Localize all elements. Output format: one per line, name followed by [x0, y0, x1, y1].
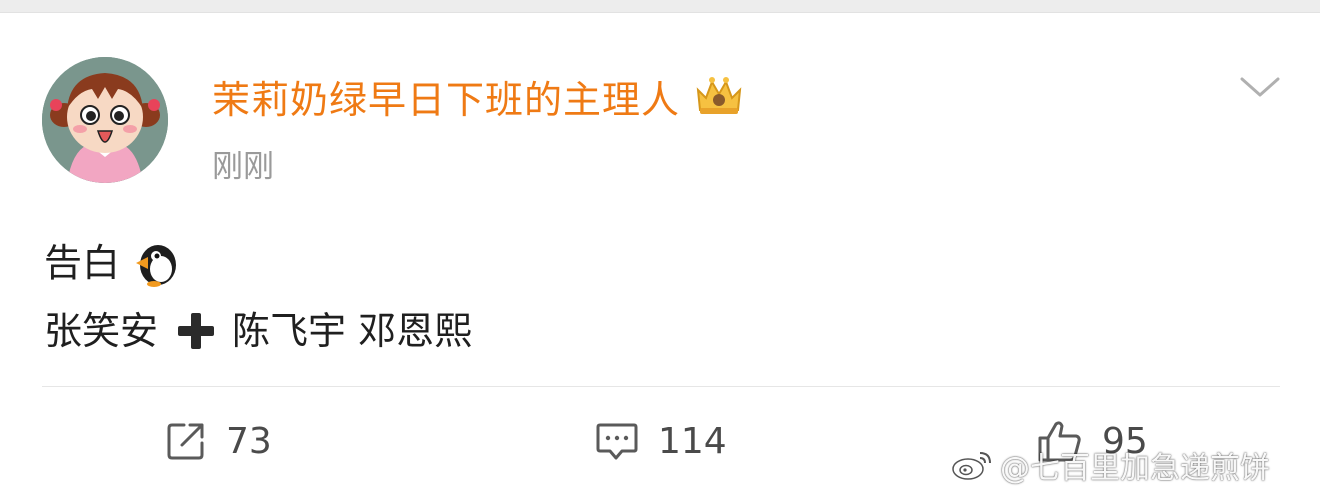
content-text: 告白	[44, 241, 121, 285]
comment-button[interactable]: 114	[594, 413, 727, 469]
avatar[interactable]	[42, 57, 168, 183]
post-time: 刚刚	[212, 149, 274, 185]
content-line-1: 告白	[44, 229, 472, 297]
chevron-down-icon[interactable]	[1236, 71, 1284, 103]
vip-crown-icon[interactable]	[692, 74, 746, 118]
watermark-text: @七百里加急递煎饼	[1000, 451, 1270, 486]
weibo-logo-icon	[952, 452, 991, 480]
watermark: @七百里加急递煎饼	[950, 443, 1270, 487]
plus-icon	[178, 313, 215, 349]
post-card: 茉莉奶绿早日下班的主理人 刚刚 告白 张笑安 陈飞宇 邓恩熙 73 114 95…	[0, 12, 1320, 497]
divider	[42, 386, 1280, 387]
content-names-rest: 陈飞宇 邓恩熙	[232, 309, 473, 353]
content-line-2: 张笑安 陈飞宇 邓恩熙	[44, 297, 472, 365]
post-content: 告白 张笑安 陈飞宇 邓恩熙	[44, 229, 472, 365]
comment-count: 114	[658, 420, 727, 462]
repost-icon	[167, 423, 204, 460]
penguin-icon	[136, 245, 177, 287]
content-name-1: 张笑安	[44, 309, 159, 353]
repost-count: 73	[226, 420, 272, 462]
comment-icon	[596, 423, 638, 460]
avatar-cartoon-girl-image	[42, 57, 168, 183]
author-row: 茉莉奶绿早日下班的主理人	[212, 69, 746, 124]
repost-button[interactable]: 73	[164, 413, 272, 469]
author-name[interactable]: 茉莉奶绿早日下班的主理人	[212, 69, 680, 124]
